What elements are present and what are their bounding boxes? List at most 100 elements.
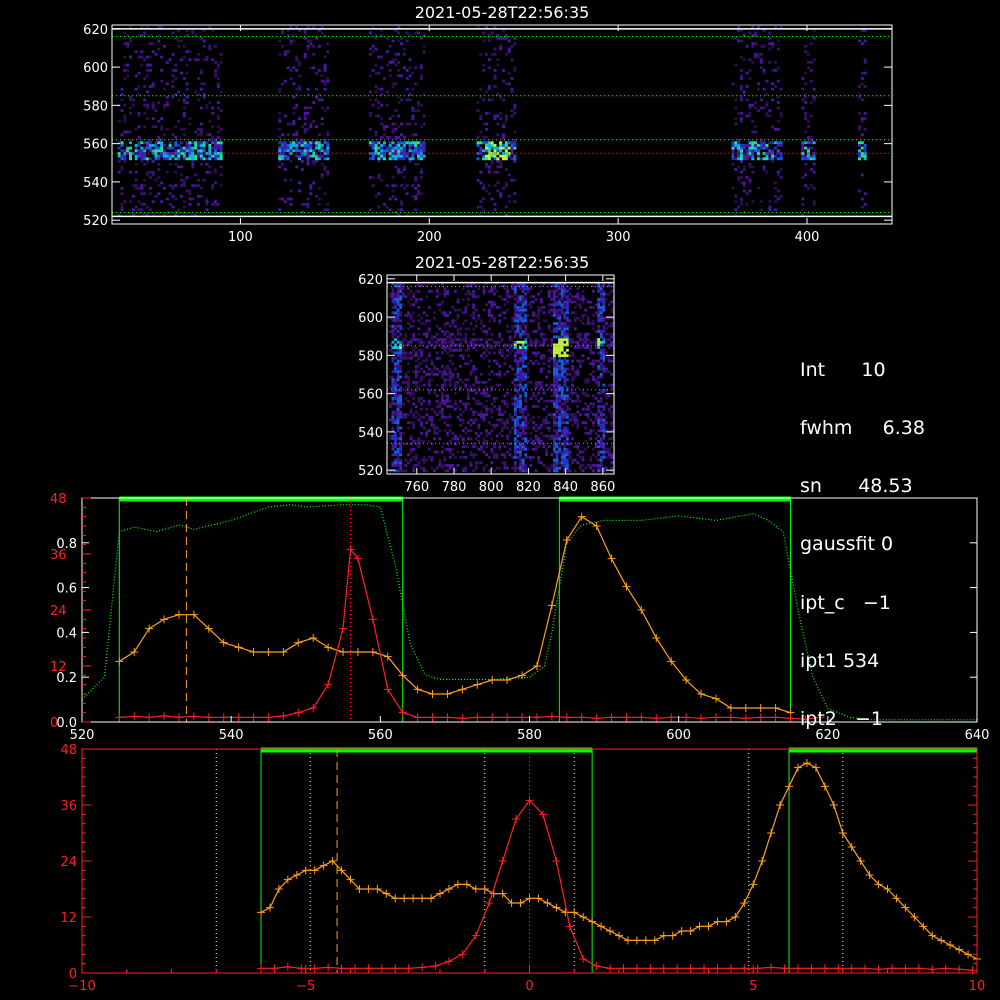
heatmap-cell bbox=[433, 316, 436, 320]
heatmap-cell bbox=[605, 402, 608, 406]
heatmap-cell bbox=[487, 141, 491, 145]
heatmap-cell bbox=[396, 402, 400, 406]
heatmap-cell bbox=[490, 338, 494, 341]
heatmap-cell bbox=[599, 292, 603, 296]
heatmap-cell bbox=[427, 415, 431, 419]
heatmap-cell bbox=[401, 340, 405, 344]
heatmap-cell bbox=[453, 335, 457, 339]
heatmap-cell bbox=[558, 434, 561, 438]
heatmap-cell bbox=[599, 295, 603, 299]
data-point bbox=[264, 648, 273, 656]
heatmap-cell bbox=[542, 367, 546, 371]
heatmap-cell bbox=[380, 157, 384, 161]
heatmap-cell bbox=[474, 319, 478, 323]
heatmap-cell bbox=[599, 466, 603, 470]
heatmap-cell bbox=[565, 437, 569, 441]
heatmap-cell bbox=[547, 348, 551, 352]
heatmap-cell bbox=[380, 117, 384, 121]
heatmap-cell bbox=[179, 39, 183, 43]
data-point bbox=[292, 871, 301, 879]
heatmap-cell bbox=[391, 39, 395, 43]
heatmap-cell bbox=[137, 71, 141, 75]
heatmap-cell bbox=[303, 114, 307, 118]
heatmap-cell bbox=[565, 327, 569, 331]
heatmap-cell bbox=[560, 413, 564, 416]
heatmap-cell bbox=[411, 154, 415, 158]
heatmap-cell bbox=[519, 378, 522, 382]
heatmap-cell bbox=[474, 295, 478, 299]
heatmap-cell bbox=[391, 346, 395, 349]
heatmap-cell bbox=[555, 445, 559, 449]
heatmap-cell bbox=[573, 415, 577, 419]
heatmap-cell bbox=[503, 399, 507, 403]
heatmap-cell bbox=[599, 314, 603, 317]
heatmap-cell bbox=[812, 58, 816, 62]
heatmap-cell bbox=[394, 356, 397, 360]
heatmap-cell bbox=[453, 434, 457, 438]
heatmap-cell bbox=[402, 149, 406, 153]
heatmap-cell bbox=[539, 381, 543, 384]
heatmap-cell bbox=[464, 311, 468, 315]
heatmap-cell bbox=[278, 127, 282, 131]
data-point bbox=[937, 936, 946, 945]
heatmap-cell bbox=[510, 90, 514, 94]
heatmap-cell bbox=[208, 144, 212, 147]
heatmap-cell bbox=[599, 356, 603, 360]
heatmap-cell bbox=[513, 464, 517, 467]
heatmap-cell bbox=[605, 332, 608, 336]
heatmap-cell bbox=[143, 103, 147, 107]
heatmap-cell bbox=[513, 130, 517, 134]
heatmap-cell bbox=[422, 456, 426, 459]
heatmap-cell bbox=[451, 375, 455, 379]
heatmap-cell bbox=[391, 415, 395, 419]
heatmap-cell bbox=[602, 292, 606, 296]
heatmap-cell bbox=[399, 370, 403, 374]
heatmap-cell bbox=[493, 144, 497, 147]
heatmap-cell bbox=[581, 289, 585, 293]
heatmap-cell bbox=[140, 50, 144, 54]
heatmap-cell bbox=[558, 375, 561, 379]
heatmap-cell bbox=[461, 338, 465, 341]
heatmap-cell bbox=[435, 466, 439, 470]
data-point bbox=[650, 936, 659, 945]
heatmap-cell bbox=[521, 289, 525, 293]
heatmap-cell bbox=[858, 149, 862, 153]
heatmap-cell bbox=[560, 397, 564, 400]
heatmap-cell bbox=[589, 322, 593, 325]
heatmap-cell bbox=[552, 295, 556, 299]
heatmap-cell bbox=[605, 447, 608, 451]
heatmap-cell bbox=[565, 405, 569, 408]
heatmap-cell bbox=[547, 308, 551, 312]
heatmap-cell bbox=[482, 356, 486, 360]
heatmap-cell bbox=[151, 125, 155, 129]
heatmap-cell bbox=[594, 431, 598, 435]
heatmap-cell bbox=[399, 397, 403, 400]
heatmap-cell bbox=[126, 146, 130, 150]
heatmap-cell bbox=[433, 391, 436, 395]
heatmap-cell bbox=[610, 461, 614, 465]
heatmap-cell bbox=[123, 103, 127, 107]
heatmap-cell bbox=[391, 152, 395, 155]
heatmap-cell bbox=[295, 87, 299, 91]
heatmap-cell bbox=[326, 42, 330, 46]
heatmap-cell bbox=[320, 176, 324, 179]
heatmap-cell bbox=[756, 152, 760, 155]
heatmap-cell bbox=[555, 372, 559, 376]
heatmap-cell bbox=[402, 141, 406, 145]
heatmap-cell bbox=[213, 146, 217, 150]
heatmap-cell bbox=[558, 335, 561, 339]
heatmap-cell bbox=[482, 98, 486, 102]
heatmap-cell bbox=[407, 426, 410, 430]
heatmap-cell bbox=[560, 354, 564, 358]
heatmap-cell bbox=[599, 287, 603, 291]
heatmap-cell bbox=[461, 381, 465, 384]
heatmap-cell bbox=[490, 300, 494, 304]
heatmap-cell bbox=[448, 335, 452, 339]
heatmap-cell bbox=[563, 447, 567, 451]
heatmap-cell bbox=[552, 421, 556, 424]
heatmap-cell bbox=[493, 114, 497, 118]
heatmap-cell bbox=[182, 133, 186, 137]
heatmap-cell bbox=[391, 413, 395, 416]
heatmap-cell bbox=[461, 354, 465, 358]
heatmap-cell bbox=[160, 181, 164, 185]
